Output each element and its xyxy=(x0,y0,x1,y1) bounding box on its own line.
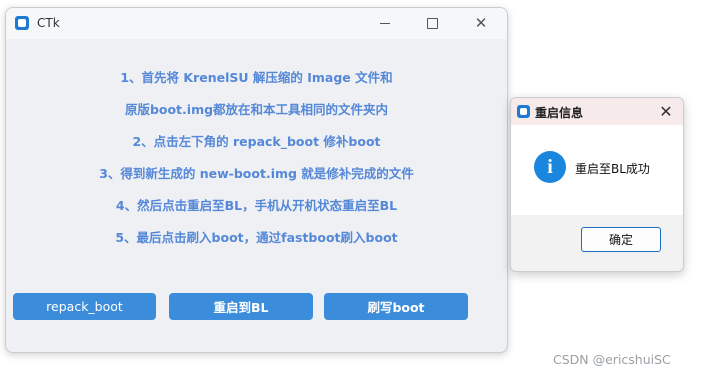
dialog-title-bar[interactable]: 重启信息 ✕ xyxy=(511,98,683,125)
watermark: CSDN @ericshuiSC xyxy=(553,352,671,367)
window-title: CTk xyxy=(37,16,60,30)
instruction-line-4: 3、得到新生成的 new-boot.img 就是修补完成的文件 xyxy=(99,166,414,181)
app-icon xyxy=(517,105,530,118)
minimize-icon xyxy=(380,23,390,24)
reboot-to-bl-button[interactable]: 重启到BL xyxy=(169,293,313,320)
main-window: CTk ✕ 1、首先将 KrenelSU 解压缩的 Image 文件和 原版bo… xyxy=(5,7,508,353)
minimize-button[interactable] xyxy=(362,8,408,39)
maximize-icon xyxy=(426,18,438,29)
instruction-line-6: 5、最后点击刷入boot，通过fastboot刷入boot xyxy=(115,230,398,245)
title-bar[interactable]: CTk ✕ xyxy=(6,8,507,39)
info-icon: i xyxy=(534,151,566,183)
close-button[interactable]: ✕ xyxy=(458,8,504,39)
instruction-line-3: 2、点击左下角的 repack_boot 修补boot xyxy=(132,134,381,149)
instruction-line-1: 1、首先将 KrenelSU 解压缩的 Image 文件和 xyxy=(120,70,393,85)
instruction-line-2: 原版boot.img都放在和本工具相同的文件夹内 xyxy=(124,102,389,117)
close-icon: ✕ xyxy=(474,14,488,32)
close-icon: ✕ xyxy=(659,102,673,121)
dialog-message: 重启至BL成功 xyxy=(575,162,650,176)
dialog-body: i 重启至BL成功 xyxy=(511,125,683,215)
flash-boot-button[interactable]: 刷写boot xyxy=(324,293,468,320)
app-icon xyxy=(15,16,29,30)
instruction-line-5: 4、然后点击重启至BL，手机从开机状态重启至BL xyxy=(115,198,398,213)
ok-button[interactable]: 确定 xyxy=(581,227,661,252)
dialog-close-button[interactable]: ✕ xyxy=(651,98,681,125)
repack-boot-button[interactable]: repack_boot xyxy=(13,293,156,320)
dialog-title: 重启信息 xyxy=(535,106,584,120)
maximize-button[interactable] xyxy=(409,8,455,39)
reboot-info-dialog: 重启信息 ✕ i 重启至BL成功 确定 xyxy=(510,97,684,272)
